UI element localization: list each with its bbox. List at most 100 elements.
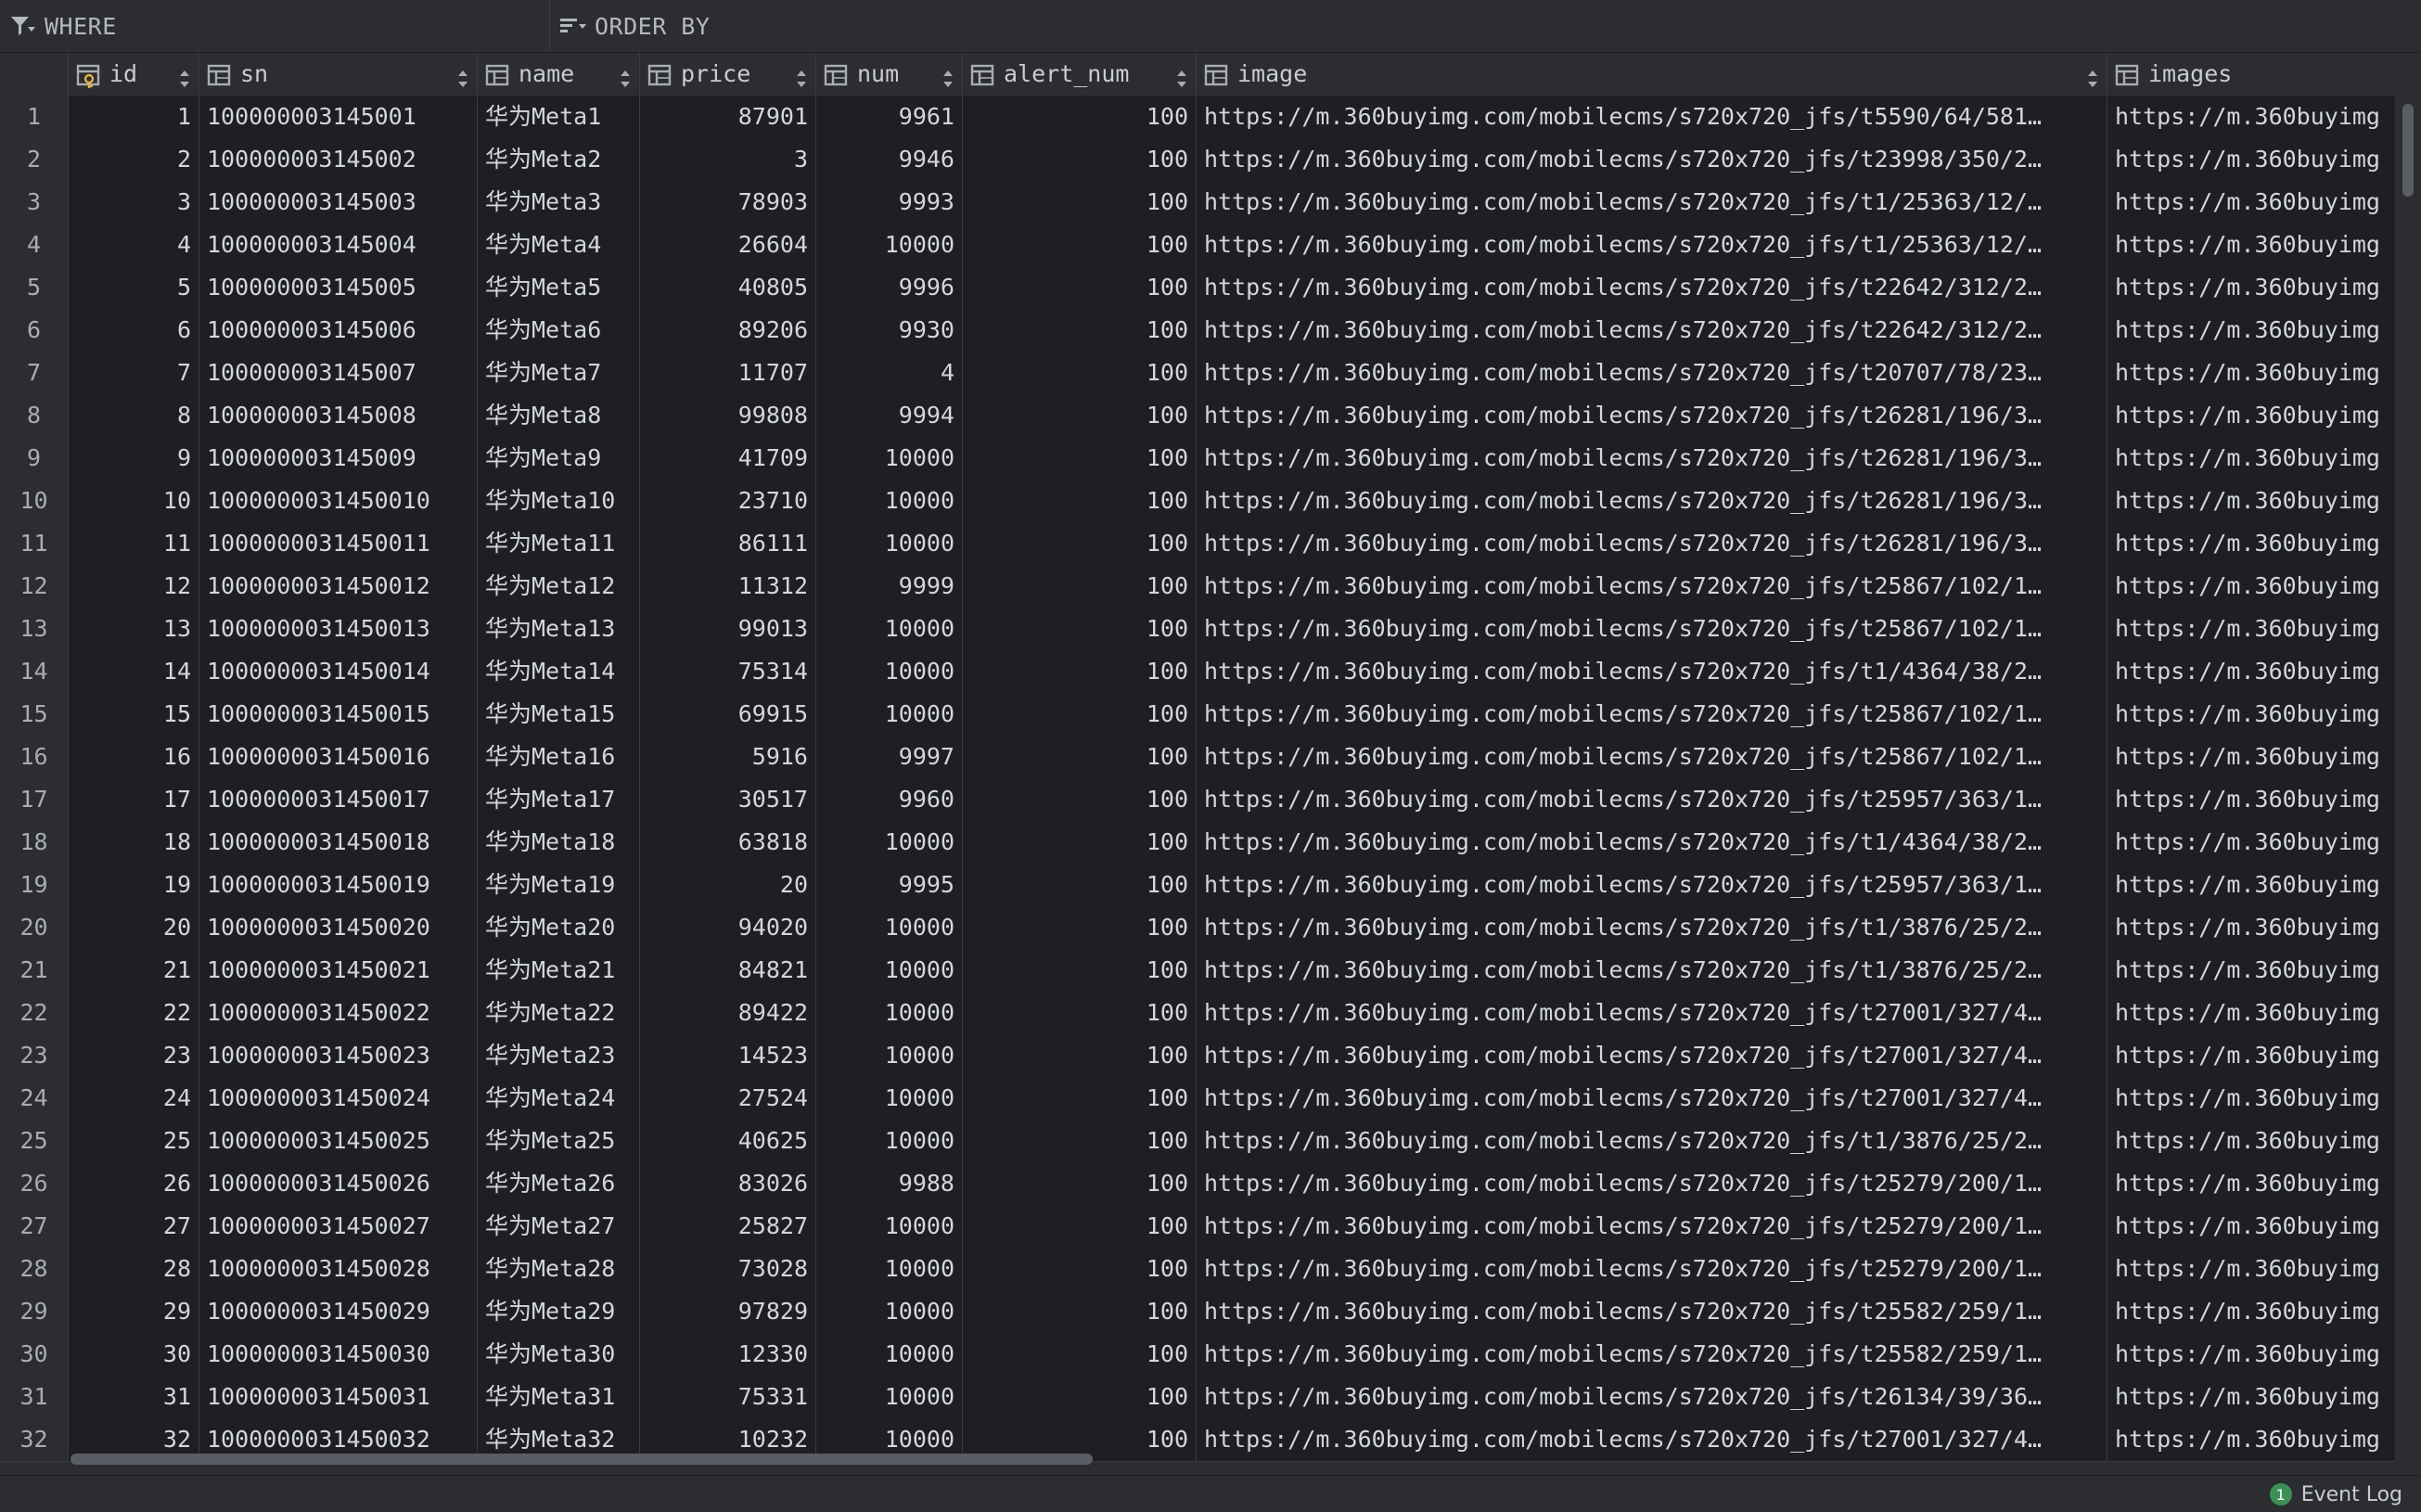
table-row[interactable]: 3 3 100000003145003 华为Meta3 78903 9993 100 http… xyxy=(0,181,2395,224)
cell-num[interactable]: 10000 xyxy=(816,1290,963,1333)
cell-images[interactable]: https://m.360buyimg xyxy=(2107,821,2395,864)
cell-images[interactable]: https://m.360buyimg xyxy=(2107,949,2395,992)
cell-image[interactable]: https://m.360buyimg.com/mobilecms/s720x7… xyxy=(1197,181,2107,224)
table-row[interactable]: 1 1 100000003145001 华为Meta1 87901 9961 100 http… xyxy=(0,96,2395,139)
column-header-sn[interactable]: sn xyxy=(199,53,478,96)
cell-num[interactable]: 10000 xyxy=(816,821,963,864)
row-number[interactable]: 5 xyxy=(0,266,69,309)
cell-name[interactable]: 华为Meta5 xyxy=(478,266,640,309)
column-header-images[interactable]: images xyxy=(2107,53,2395,96)
cell-images[interactable]: https://m.360buyimg xyxy=(2107,565,2395,608)
cell-sn[interactable]: 1000000031450029 xyxy=(199,1290,478,1333)
cell-num[interactable]: 10000 xyxy=(816,992,963,1034)
cell-image[interactable]: https://m.360buyimg.com/mobilecms/s720x7… xyxy=(1197,1333,2107,1376)
cell-images[interactable]: https://m.360buyimg xyxy=(2107,693,2395,736)
row-number[interactable]: 23 xyxy=(0,1034,69,1077)
table-row[interactable]: 28 28 1000000031450028 华为Meta28 73028 10000 10… xyxy=(0,1248,2395,1291)
cell-price[interactable]: 14523 xyxy=(640,1034,816,1077)
cell-alert_num[interactable]: 100 xyxy=(963,1034,1197,1077)
cell-name[interactable]: 华为Meta6 xyxy=(478,309,640,352)
cell-name[interactable]: 华为Meta10 xyxy=(478,480,640,522)
cell-id[interactable]: 28 xyxy=(69,1248,199,1290)
cell-sn[interactable]: 1000000031450015 xyxy=(199,693,478,736)
cell-image[interactable]: https://m.360buyimg.com/mobilecms/s720x7… xyxy=(1197,266,2107,309)
table-row[interactable]: 21 21 1000000031450021 华为Meta21 84821 10000 10… xyxy=(0,949,2395,993)
cell-id[interactable]: 10 xyxy=(69,480,199,522)
cell-price[interactable]: 89422 xyxy=(640,992,816,1034)
cell-num[interactable]: 10000 xyxy=(816,906,963,949)
cell-name[interactable]: 华为Meta29 xyxy=(478,1290,640,1333)
cell-images[interactable]: https://m.360buyimg xyxy=(2107,608,2395,650)
sort-arrows-icon[interactable] xyxy=(455,62,471,87)
cell-image[interactable]: https://m.360buyimg.com/mobilecms/s720x7… xyxy=(1197,309,2107,352)
cell-num[interactable]: 4 xyxy=(816,352,963,394)
row-number[interactable]: 8 xyxy=(0,394,69,437)
cell-id[interactable]: 31 xyxy=(69,1376,199,1418)
cell-price[interactable]: 89206 xyxy=(640,309,816,352)
row-number[interactable]: 3 xyxy=(0,181,69,224)
row-number[interactable]: 17 xyxy=(0,778,69,821)
cell-name[interactable]: 华为Meta24 xyxy=(478,1077,640,1120)
cell-alert_num[interactable]: 100 xyxy=(963,96,1197,138)
cell-sn[interactable]: 1000000031450013 xyxy=(199,608,478,650)
table-row[interactable]: 4 4 100000003145004 华为Meta4 26604 10000 100 htt… xyxy=(0,224,2395,267)
cell-images[interactable]: https://m.360buyimg xyxy=(2107,352,2395,394)
cell-id[interactable]: 23 xyxy=(69,1034,199,1077)
vertical-scrollbar[interactable] xyxy=(2395,53,2421,1463)
cell-sn[interactable]: 100000003145006 xyxy=(199,309,478,352)
cell-sn[interactable]: 100000003145002 xyxy=(199,138,478,181)
cell-name[interactable]: 华为Meta17 xyxy=(478,778,640,821)
cell-alert_num[interactable]: 100 xyxy=(963,949,1197,992)
cell-alert_num[interactable]: 100 xyxy=(963,906,1197,949)
cell-alert_num[interactable]: 100 xyxy=(963,992,1197,1034)
cell-sn[interactable]: 1000000031450030 xyxy=(199,1333,478,1376)
cell-num[interactable]: 10000 xyxy=(816,693,963,736)
cell-price[interactable]: 12330 xyxy=(640,1333,816,1376)
cell-num[interactable]: 9995 xyxy=(816,864,963,906)
row-number[interactable]: 21 xyxy=(0,949,69,992)
cell-id[interactable]: 19 xyxy=(69,864,199,906)
cell-image[interactable]: https://m.360buyimg.com/mobilecms/s720x7… xyxy=(1197,96,2107,138)
cell-id[interactable]: 15 xyxy=(69,693,199,736)
cell-name[interactable]: 华为Meta16 xyxy=(478,736,640,778)
cell-images[interactable]: https://m.360buyimg xyxy=(2107,437,2395,480)
cell-price[interactable]: 69915 xyxy=(640,693,816,736)
row-number[interactable]: 19 xyxy=(0,864,69,906)
cell-sn[interactable]: 1000000031450022 xyxy=(199,992,478,1034)
cell-alert_num[interactable]: 100 xyxy=(963,480,1197,522)
cell-name[interactable]: 华为Meta11 xyxy=(478,522,640,565)
row-number[interactable]: 12 xyxy=(0,565,69,608)
cell-image[interactable]: https://m.360buyimg.com/mobilecms/s720x7… xyxy=(1197,352,2107,394)
cell-sn[interactable]: 1000000031450011 xyxy=(199,522,478,565)
cell-num[interactable]: 10000 xyxy=(816,480,963,522)
cell-alert_num[interactable]: 100 xyxy=(963,693,1197,736)
table-row[interactable]: 15 15 1000000031450015 华为Meta15 69915 10000 10… xyxy=(0,693,2395,737)
cell-image[interactable]: https://m.360buyimg.com/mobilecms/s720x7… xyxy=(1197,1205,2107,1248)
cell-price[interactable]: 97829 xyxy=(640,1290,816,1333)
row-number[interactable]: 16 xyxy=(0,736,69,778)
cell-sn[interactable]: 1000000031450025 xyxy=(199,1120,478,1162)
row-number[interactable]: 11 xyxy=(0,522,69,565)
row-number[interactable]: 18 xyxy=(0,821,69,864)
cell-num[interactable]: 9946 xyxy=(816,138,963,181)
cell-sn[interactable]: 100000003145007 xyxy=(199,352,478,394)
cell-price[interactable]: 23710 xyxy=(640,480,816,522)
cell-num[interactable]: 9999 xyxy=(816,565,963,608)
cell-image[interactable]: https://m.360buyimg.com/mobilecms/s720x7… xyxy=(1197,565,2107,608)
cell-sn[interactable]: 1000000031450014 xyxy=(199,650,478,693)
table-row[interactable]: 31 31 1000000031450031 华为Meta31 75331 10000 10… xyxy=(0,1376,2395,1419)
cell-price[interactable]: 99808 xyxy=(640,394,816,437)
event-log-button[interactable]: 1 Event Log xyxy=(2269,1481,2402,1507)
cell-name[interactable]: 华为Meta12 xyxy=(478,565,640,608)
cell-image[interactable]: https://m.360buyimg.com/mobilecms/s720x7… xyxy=(1197,1120,2107,1162)
cell-price[interactable]: 75314 xyxy=(640,650,816,693)
cell-alert_num[interactable]: 100 xyxy=(963,224,1197,266)
table-row[interactable]: 5 5 100000003145005 华为Meta5 40805 9996 100 http… xyxy=(0,266,2395,310)
cell-name[interactable]: 华为Meta26 xyxy=(478,1162,640,1205)
cell-price[interactable]: 30517 xyxy=(640,778,816,821)
cell-image[interactable]: https://m.360buyimg.com/mobilecms/s720x7… xyxy=(1197,1034,2107,1077)
cell-id[interactable]: 9 xyxy=(69,437,199,480)
table-row[interactable]: 30 30 1000000031450030 华为Meta30 12330 10000 10… xyxy=(0,1333,2395,1377)
cell-id[interactable]: 24 xyxy=(69,1077,199,1120)
cell-id[interactable]: 6 xyxy=(69,309,199,352)
